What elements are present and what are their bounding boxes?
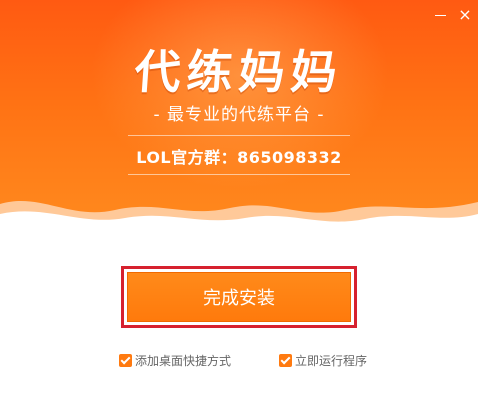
option-desktop-shortcut[interactable]: 添加桌面快捷方式 bbox=[119, 352, 231, 368]
app-logo-text: 代练妈妈 bbox=[132, 45, 345, 99]
finish-install-button[interactable]: 完成安装 bbox=[127, 272, 351, 322]
qq-group-info: LOL官方群：865098332 bbox=[136, 148, 342, 167]
divider-bottom bbox=[128, 174, 350, 175]
header-banner: × 代练妈妈 - 最专业的代练平台 - LOL官方群：865098332 bbox=[0, 0, 478, 228]
checkbox-checked-icon[interactable] bbox=[279, 353, 292, 367]
checkbox-checked-icon[interactable] bbox=[119, 353, 132, 367]
option-label: 添加桌面快捷方式 bbox=[135, 353, 232, 368]
slogan: - 最专业的代练平台 - bbox=[153, 105, 325, 125]
banner-wave bbox=[0, 200, 478, 228]
divider-top bbox=[128, 135, 350, 136]
option-label: 立即运行程序 bbox=[295, 353, 368, 368]
close-icon[interactable]: × bbox=[456, 6, 474, 24]
option-run-now[interactable]: 立即运行程序 bbox=[279, 352, 367, 368]
minimize-icon[interactable] bbox=[431, 6, 449, 24]
